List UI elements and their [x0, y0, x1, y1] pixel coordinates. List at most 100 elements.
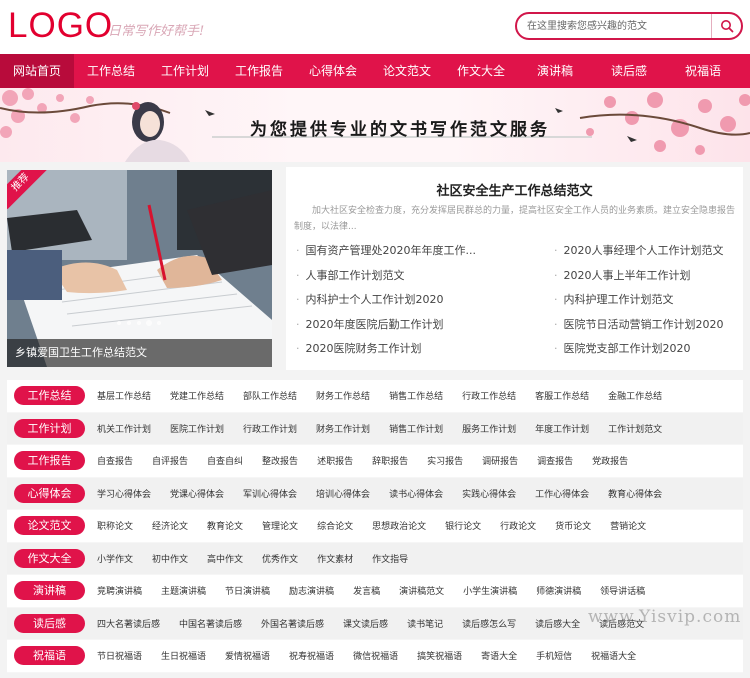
- category-link[interactable]: 军训心得体会: [243, 487, 297, 500]
- article-link-text[interactable]: 2020医院财务工作计划: [306, 342, 422, 355]
- article-link[interactable]: · 医院党支部工作计划2020: [554, 340, 691, 356]
- category-link[interactable]: 行政工作总结: [462, 389, 516, 402]
- article-link[interactable]: · 内科护理工作计划范文: [554, 291, 674, 307]
- featured-slide[interactable]: 推荐 乡镇爱国卫生工作总结范文: [7, 170, 272, 367]
- article-link-text[interactable]: 医院节日活动营销工作计划2020: [564, 318, 724, 331]
- article-link-text[interactable]: 2020人事上半年工作计划: [564, 269, 691, 282]
- category-label[interactable]: 演讲稿: [14, 581, 85, 601]
- category-link[interactable]: 高中作文: [207, 552, 243, 565]
- category-link[interactable]: 述职报告: [317, 454, 353, 467]
- search-button[interactable]: [711, 14, 741, 38]
- category-link[interactable]: 外国名著读后感: [261, 617, 324, 630]
- category-link[interactable]: 搞笑祝福语: [417, 649, 462, 662]
- category-link[interactable]: 读书心得体会: [389, 487, 443, 500]
- category-link[interactable]: 行政论文: [500, 519, 536, 532]
- category-link[interactable]: 机关工作计划: [97, 422, 151, 435]
- category-link[interactable]: 自查报告: [97, 454, 133, 467]
- category-link[interactable]: 综合论文: [317, 519, 353, 532]
- category-link[interactable]: 基层工作总结: [97, 389, 151, 402]
- category-link[interactable]: 党建工作总结: [170, 389, 224, 402]
- category-label[interactable]: 工作总结: [14, 386, 85, 406]
- category-link[interactable]: 调研报告: [482, 454, 518, 467]
- category-link[interactable]: 货币论文: [555, 519, 591, 532]
- category-link[interactable]: 手机短信: [536, 649, 572, 662]
- article-link[interactable]: · 内科护士个人工作计划2020: [296, 291, 444, 307]
- article-link[interactable]: · 2020医院财务工作计划: [296, 340, 422, 356]
- category-link[interactable]: 读书笔记: [407, 617, 443, 630]
- category-link[interactable]: 营销论文: [610, 519, 646, 532]
- category-link[interactable]: 小学生演讲稿: [463, 584, 517, 597]
- category-link[interactable]: 优秀作文: [262, 552, 298, 565]
- category-link[interactable]: 节日祝福语: [97, 649, 142, 662]
- nav-item[interactable]: 读后感: [592, 54, 666, 88]
- category-label[interactable]: 工作计划: [14, 418, 85, 438]
- category-link[interactable]: 初中作文: [152, 552, 188, 565]
- category-link[interactable]: 主题演讲稿: [161, 584, 206, 597]
- category-link[interactable]: 医院工作计划: [170, 422, 224, 435]
- category-link[interactable]: 年度工作计划: [535, 422, 589, 435]
- category-link[interactable]: 调查报告: [537, 454, 573, 467]
- category-link[interactable]: 工作心得体会: [535, 487, 589, 500]
- category-link[interactable]: 作文素材: [317, 552, 353, 565]
- article-title[interactable]: 社区安全生产工作总结范文: [286, 180, 743, 199]
- nav-item[interactable]: 论文范文: [370, 54, 444, 88]
- category-link[interactable]: 实践心得体会: [462, 487, 516, 500]
- article-link-text[interactable]: 内科护士个人工作计划2020: [306, 293, 444, 306]
- nav-item[interactable]: 工作计划: [148, 54, 222, 88]
- category-link[interactable]: 励志演讲稿: [289, 584, 334, 597]
- category-link[interactable]: 节日演讲稿: [225, 584, 270, 597]
- category-link[interactable]: 寄语大全: [481, 649, 517, 662]
- category-link[interactable]: 行政工作计划: [243, 422, 297, 435]
- category-link[interactable]: 服务工作计划: [462, 422, 516, 435]
- category-label[interactable]: 读后感: [14, 613, 85, 633]
- article-link[interactable]: · 2020人事上半年工作计划: [554, 267, 691, 283]
- category-link[interactable]: 自查自纠: [207, 454, 243, 467]
- category-link[interactable]: 爱情祝福语: [225, 649, 270, 662]
- category-link[interactable]: 销售工作计划: [389, 422, 443, 435]
- category-link[interactable]: 思想政治论文: [372, 519, 426, 532]
- category-link[interactable]: 实习报告: [427, 454, 463, 467]
- category-link[interactable]: 银行论文: [445, 519, 481, 532]
- article-link[interactable]: · 2020年度医院后勤工作计划: [296, 316, 444, 332]
- search-input[interactable]: [527, 18, 712, 35]
- article-link[interactable]: · 医院节日活动营销工作计划2020: [554, 316, 724, 332]
- article-link-text[interactable]: 医院党支部工作计划2020: [564, 342, 691, 355]
- category-link[interactable]: 作文指导: [372, 552, 408, 565]
- article-link-text[interactable]: 内科护理工作计划范文: [564, 293, 674, 306]
- article-link-text[interactable]: 2020年度医院后勤工作计划: [306, 318, 444, 331]
- category-link[interactable]: 读后感怎么写: [462, 617, 516, 630]
- category-link[interactable]: 整改报告: [262, 454, 298, 467]
- category-link[interactable]: 中国名著读后感: [179, 617, 242, 630]
- site-logo[interactable]: LOGO: [8, 6, 113, 46]
- category-link[interactable]: 祝寿祝福语: [289, 649, 334, 662]
- category-link[interactable]: 读后感大全: [535, 617, 580, 630]
- nav-item[interactable]: 工作总结: [74, 54, 148, 88]
- article-link[interactable]: · 国有资产管理处2020年年度工作...: [296, 242, 476, 258]
- category-link[interactable]: 教育心得体会: [608, 487, 662, 500]
- category-link[interactable]: 课文读后感: [343, 617, 388, 630]
- category-link[interactable]: 职称论文: [97, 519, 133, 532]
- category-link[interactable]: 培训心得体会: [316, 487, 370, 500]
- category-link[interactable]: 客服工作总结: [535, 389, 589, 402]
- category-link[interactable]: 竞聘演讲稿: [97, 584, 142, 597]
- article-link-text[interactable]: 2020人事经理个人工作计划范文: [564, 244, 724, 257]
- nav-item[interactable]: 演讲稿: [518, 54, 592, 88]
- category-label[interactable]: 工作报告: [14, 451, 85, 471]
- category-link[interactable]: 工作计划范文: [608, 422, 662, 435]
- nav-item[interactable]: 祝福语: [666, 54, 740, 88]
- category-link[interactable]: 党课心得体会: [170, 487, 224, 500]
- nav-item[interactable]: 工作报告: [222, 54, 296, 88]
- category-link[interactable]: 教育论文: [207, 519, 243, 532]
- category-link[interactable]: 财务工作总结: [316, 389, 370, 402]
- category-link[interactable]: 销售工作总结: [389, 389, 443, 402]
- category-link[interactable]: 经济论文: [152, 519, 188, 532]
- article-link[interactable]: · 2020人事经理个人工作计划范文: [554, 242, 724, 258]
- category-link[interactable]: 师德演讲稿: [536, 584, 581, 597]
- nav-item[interactable]: 网站首页: [0, 54, 74, 88]
- category-link[interactable]: 祝福语大全: [591, 649, 636, 662]
- featured-caption[interactable]: 乡镇爱国卫生工作总结范文: [7, 339, 272, 367]
- category-link[interactable]: 学习心得体会: [97, 487, 151, 500]
- nav-item[interactable]: 作文大全: [444, 54, 518, 88]
- article-link-text[interactable]: 国有资产管理处2020年年度工作...: [306, 244, 476, 257]
- category-label[interactable]: 作文大全: [14, 548, 85, 568]
